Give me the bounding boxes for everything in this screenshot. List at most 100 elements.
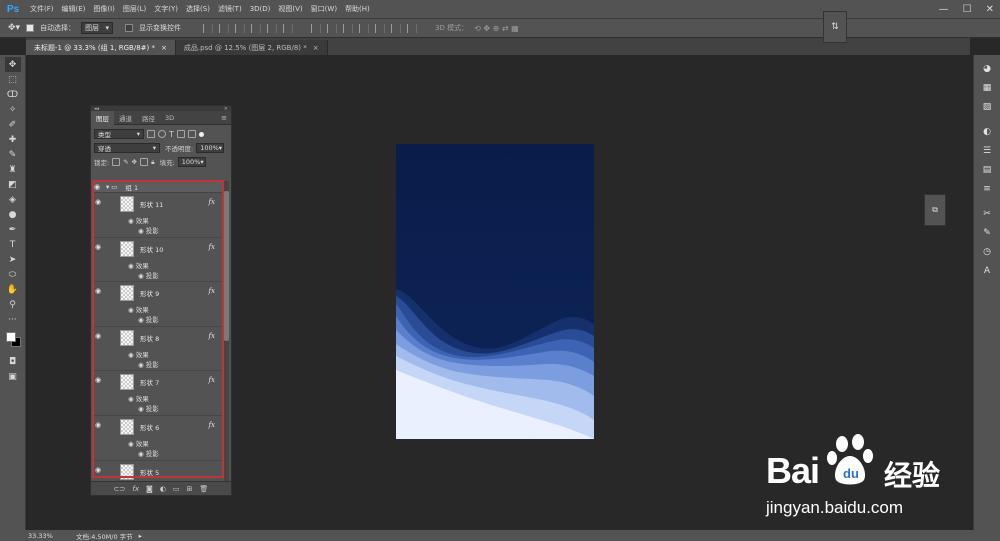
document-info[interactable]: 文档:4.50M/0 字节 [76,531,133,541]
character-panel-icon[interactable]: A [979,263,995,279]
swatches-panel-icon[interactable]: ▦ [979,80,995,96]
zoom-level[interactable]: 33.33% [28,532,72,540]
add-mask-icon[interactable]: ◙ [146,485,153,493]
close-window-button[interactable]: ✕ [986,4,994,15]
tab-channels[interactable]: 通道 [114,111,137,125]
distribute-left-icon[interactable] [359,23,370,33]
filter-pixel-icon[interactable] [147,130,155,138]
close-icon[interactable]: × [161,44,167,52]
close-icon[interactable]: × [313,44,319,52]
menu-select[interactable]: 选择(S) [182,4,214,14]
align-vcenter-icon[interactable] [219,23,230,33]
opacity-field[interactable]: 100% ▾ [196,143,225,153]
styles-panel-icon[interactable]: ▧ [979,99,995,115]
layers-scrollbar[interactable] [224,181,229,481]
distribute-right-icon[interactable] [391,23,402,33]
new-layer-icon[interactable]: ⊞ [187,485,193,493]
libraries-panel-icon[interactable]: ▤ [979,162,995,178]
tool-presets-icon[interactable]: ✂ [979,206,995,222]
align-bottom-icon[interactable] [235,23,246,33]
filter-shape-icon[interactable] [176,130,185,138]
layer-row[interactable]: ◉ 形状 5 [92,461,223,481]
brush-tool-icon[interactable]: ✎ [5,147,21,162]
history-panel-icon[interactable]: ◷ [979,244,995,260]
drop-shadow-row[interactable]: ◉ 投影 [138,314,159,324]
drop-shadow-row[interactable]: ◉ 投影 [138,270,159,280]
hand-tool-icon[interactable]: ✋ [5,282,21,297]
tab-paths[interactable]: 路径 [137,111,160,125]
fx-icon[interactable]: fx [208,243,215,251]
menu-image[interactable]: 图像(I) [89,4,119,14]
auto-select-checkbox[interactable] [26,24,35,32]
maximize-button[interactable]: ☐ [963,4,972,15]
canvas-document[interactable] [396,144,594,439]
blend-mode-dropdown[interactable]: 穿透 ▾ [94,143,160,153]
layer-row[interactable]: ◉ 形状 11 fx ◉ 效果 ◉ 投影 [92,193,223,238]
fx-icon[interactable]: fx [208,287,215,295]
lock-artboard-icon[interactable] [140,158,149,166]
drop-shadow-row[interactable]: ◉ 投影 [138,225,159,235]
channels-panel-icon[interactable]: ≡ [979,181,995,197]
distribute-bottom-icon[interactable] [343,23,354,33]
lock-transparent-icon[interactable] [112,158,121,166]
fx-icon[interactable]: fx [208,421,215,429]
filter-adjustment-icon[interactable] [158,130,166,138]
close-panel-icon[interactable]: × [224,106,228,112]
eye-icon[interactable]: ◉ [93,376,103,384]
distribute-vcenter-icon[interactable] [327,23,338,33]
auto-select-dropdown[interactable]: 图层 ▾ [81,22,114,34]
new-adjustment-layer-icon[interactable]: ◐ [160,485,166,493]
effects-row[interactable]: ◉ 效果 [128,349,149,359]
fx-icon[interactable]: fx [208,332,215,340]
layer-row[interactable]: ◉ 形状 7 fx ◉ 效果 ◉ 投影 [92,371,223,416]
type-tool-icon[interactable]: T [5,237,21,252]
minimize-button[interactable]: — [939,4,949,15]
menu-view[interactable]: 视图(V) [274,4,306,14]
align-right-icon[interactable] [283,23,294,33]
eyedropper-tool-icon[interactable]: ✐ [5,117,21,132]
align-top-icon[interactable] [203,23,214,33]
effects-row[interactable]: ◉ 效果 [128,438,149,448]
layer-row[interactable]: ◉ 形状 10 fx ◉ 效果 ◉ 投影 [92,238,223,283]
show-transform-checkbox[interactable] [125,24,134,32]
lock-pixels-icon[interactable]: ✎ [123,158,128,166]
lasso-tool-icon[interactable]: ↀ [5,87,21,102]
fx-icon[interactable]: fx [208,198,215,206]
menu-type[interactable]: 文字(Y) [150,4,182,14]
layer-row[interactable]: ◉ 形状 6 fx ◉ 效果 ◉ 投影 [92,416,223,461]
3d-tools-icon[interactable]: ⟲ ✥ ⊕ ⇄ ▦ [474,24,519,33]
brush-presets-icon[interactable]: ✎ [979,225,995,241]
auto-align-icon[interactable] [407,23,418,33]
effects-row[interactable]: ◉ 效果 [128,215,149,225]
clone-stamp-tool-icon[interactable]: ♜ [5,162,21,177]
menu-edit[interactable]: 编辑(E) [58,4,90,14]
eye-icon[interactable]: ◉ [93,332,103,340]
lock-position-icon[interactable]: ✥ [132,158,137,166]
adjustments-panel-icon[interactable]: ◐ [979,124,995,140]
eye-icon[interactable]: ◉ [93,198,103,206]
foreground-color-swatch[interactable] [5,332,16,342]
healing-brush-tool-icon[interactable]: ✚ [5,132,21,147]
properties-panel-icon[interactable]: ☰ [979,143,995,159]
filter-smart-object-icon[interactable] [187,130,196,138]
menu-file[interactable]: 文件(F) [26,4,58,14]
eraser-tool-icon[interactable]: ◩ [5,177,21,192]
dodge-tool-icon[interactable]: ● [5,207,21,222]
distribute-top-icon[interactable] [311,23,322,33]
menu-help[interactable]: 帮助(H) [341,4,374,14]
drop-shadow-row[interactable]: ◉ 投影 [138,403,159,413]
eye-icon[interactable]: ◉ [93,243,103,251]
mini-panel-layer-comps[interactable]: ⧉ [924,194,946,226]
menu-3d[interactable]: 3D(D) [246,5,275,13]
chevron-down-icon[interactable]: ▾ [106,183,109,191]
tab-layers[interactable]: 图层 [91,110,114,125]
zoom-tool-icon[interactable]: ⚲ [5,297,21,312]
delete-layer-icon[interactable]: 🗑︎ [199,485,208,493]
align-hcenter-icon[interactable] [267,23,278,33]
effects-row[interactable]: ◉ 效果 [128,260,149,270]
tab-untitled-1[interactable]: 未标题-1 @ 33.3% (组 1, RGB/8#) * × [26,40,176,55]
menu-window[interactable]: 窗口(W) [307,4,341,14]
layer-row[interactable]: ◉ 形状 8 fx ◉ 效果 ◉ 投影 [92,327,223,372]
align-left-icon[interactable] [251,23,262,33]
color-swatches[interactable] [4,330,22,350]
